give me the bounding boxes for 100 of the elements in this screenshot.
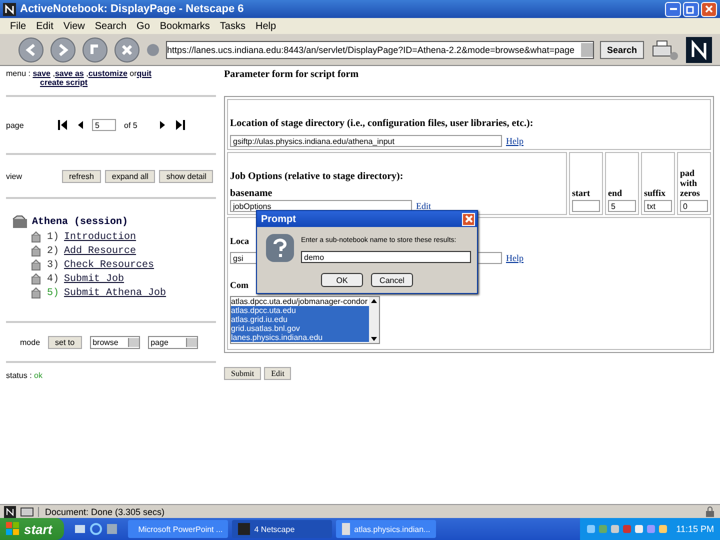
stop-button[interactable]	[114, 36, 140, 62]
host-option[interactable]: atlas.dpcc.uta.edu	[231, 306, 369, 315]
status-value: ok	[34, 371, 42, 380]
step-link[interactable]: Introduction	[64, 232, 136, 242]
start-button[interactable]: start	[0, 518, 64, 540]
reload-button[interactable]	[82, 36, 108, 62]
menu-item[interactable]: Tasks	[220, 20, 246, 32]
mode-select[interactable]: page	[148, 336, 198, 348]
media-icon[interactable]	[106, 523, 118, 535]
scrollbar[interactable]	[369, 297, 379, 343]
taskbar-button[interactable]: 4 Netscape	[232, 520, 332, 538]
dialog-title: Prompt	[261, 214, 296, 224]
form-title: Parameter form for script form	[224, 68, 360, 82]
address-field[interactable]: https://lanes.ucs.indiana.edu:8443/an/servlet/DisplayPage?ID=Athena-2.2&mode=browse&what=page	[166, 40, 594, 58]
form-button[interactable]: Edit	[264, 367, 292, 380]
view-label: view	[6, 172, 24, 180]
separator-text: or	[128, 69, 137, 78]
dropdown-icon	[580, 42, 593, 56]
menu-link[interactable]: customize	[88, 69, 128, 78]
step-link[interactable]: Add Resource	[64, 246, 136, 256]
window-icon	[238, 523, 250, 535]
window-title: ActiveNotebook: DisplayPage - Netscape 6	[20, 3, 245, 15]
search-button[interactable]: Search	[600, 40, 644, 58]
first-page-icon[interactable]	[58, 120, 68, 130]
netscape-logo	[686, 36, 712, 62]
help-link[interactable]: Help	[506, 136, 524, 146]
view-button[interactable]: refresh	[62, 170, 101, 182]
page-label: page	[6, 120, 25, 130]
number-field[interactable]: 0	[680, 200, 708, 212]
step-number: 2)	[47, 246, 60, 256]
column-label: start	[572, 188, 591, 199]
mode-label: mode	[20, 338, 40, 346]
forward-button[interactable]	[50, 36, 76, 62]
step-link[interactable]: Check Resources	[64, 260, 154, 270]
name-input[interactable]: demo	[301, 251, 471, 263]
stage-directory-field[interactable]: gsiftp://ulas.physics.indiana.edu/athena_input	[230, 135, 502, 147]
menu-link[interactable]: save as	[54, 69, 84, 78]
step-link[interactable]: Submit Athena Job	[64, 288, 166, 298]
page-count: of 5	[124, 120, 138, 130]
host-option[interactable]: atlas.dpcc.uta.edu/jobmanager-condor	[231, 297, 369, 306]
step-link[interactable]: Submit Job	[64, 274, 124, 284]
number-field[interactable]	[572, 200, 600, 212]
back-button[interactable]	[18, 36, 44, 62]
help-link[interactable]: Help	[506, 253, 524, 263]
form-button[interactable]: Submit	[224, 367, 262, 380]
question-icon	[265, 233, 295, 263]
menu-item[interactable]: Help	[255, 20, 276, 32]
desktop-icon[interactable]	[74, 523, 86, 535]
minimize-button[interactable]	[665, 2, 681, 16]
scroll-down-icon[interactable]	[370, 336, 378, 342]
page-input[interactable]: 5	[92, 119, 116, 131]
field-label: Job Options (relative to stage directory):	[230, 170, 404, 184]
last-page-icon[interactable]	[175, 120, 186, 130]
edit-link[interactable]: Edit	[416, 201, 431, 211]
windows-logo-icon	[6, 522, 20, 536]
menu-item[interactable]: File	[10, 20, 26, 32]
number-field[interactable]: 5	[608, 200, 636, 212]
menu-item[interactable]: Search	[94, 20, 127, 32]
field-label: Location of stage directory (i.e., configuration files, user libraries, etc.):	[230, 117, 534, 131]
separator-text: ,	[85, 69, 88, 78]
menu-item[interactable]: View	[63, 20, 85, 32]
dialog-button[interactable]: Cancel	[371, 273, 413, 287]
menu-item[interactable]: Edit	[36, 20, 54, 32]
menu-item[interactable]: Bookmarks	[160, 20, 210, 32]
step-number: 1)	[47, 232, 60, 242]
next-page-icon[interactable]	[159, 120, 168, 130]
create-script-link[interactable]: create script	[40, 78, 216, 87]
column-label: pad with zeros	[680, 168, 701, 199]
host-list[interactable]: atlas.dpcc.uta.edu/jobmanager-condor atlas.dpcc.uta.edu atlas.grid.iu.edu grid.usatlas.bnl.gov lanes.physics.indiana.edu	[230, 296, 380, 344]
step-number: 4)	[47, 274, 60, 284]
maximize-button[interactable]	[683, 2, 699, 16]
close-button[interactable]	[462, 212, 475, 226]
taskbar-button[interactable]: Microsoft PowerPoint ...	[128, 520, 228, 538]
previous-page-icon[interactable]	[76, 120, 84, 130]
menu-link[interactable]: quit	[136, 69, 152, 78]
stop-icon	[114, 36, 140, 62]
column-label: end	[608, 188, 624, 199]
step-number: 5)	[47, 288, 60, 298]
browser-icon[interactable]	[90, 523, 102, 535]
menu-item[interactable]: Go	[136, 20, 150, 32]
reload-icon	[82, 36, 108, 62]
view-button[interactable]: expand all	[104, 170, 156, 182]
menu-link[interactable]: save	[32, 69, 50, 78]
clock: 11:15 PM	[676, 524, 714, 534]
mode-select[interactable]: browse	[90, 336, 140, 348]
number-field[interactable]: txt	[644, 200, 672, 212]
dialog-button[interactable]: OK	[321, 273, 363, 287]
minimize-icon	[670, 8, 676, 10]
close-icon	[704, 4, 714, 14]
session-title[interactable]: Athena (session)	[32, 216, 128, 228]
taskbar-button[interactable]: atlas.physics.indian...	[336, 520, 436, 538]
netscape-icon	[4, 506, 16, 518]
host-option[interactable]: lanes.physics.indiana.edu	[231, 333, 369, 342]
set-button[interactable]: set to	[48, 336, 82, 348]
close-button[interactable]	[701, 2, 717, 16]
view-button[interactable]: show detail	[159, 170, 214, 182]
scroll-up-icon[interactable]	[370, 298, 378, 304]
host-option[interactable]: grid.usatlas.bnl.gov	[231, 324, 369, 333]
host-option[interactable]: atlas.grid.iu.edu	[231, 315, 369, 324]
tray-icon[interactable]	[634, 524, 644, 534]
